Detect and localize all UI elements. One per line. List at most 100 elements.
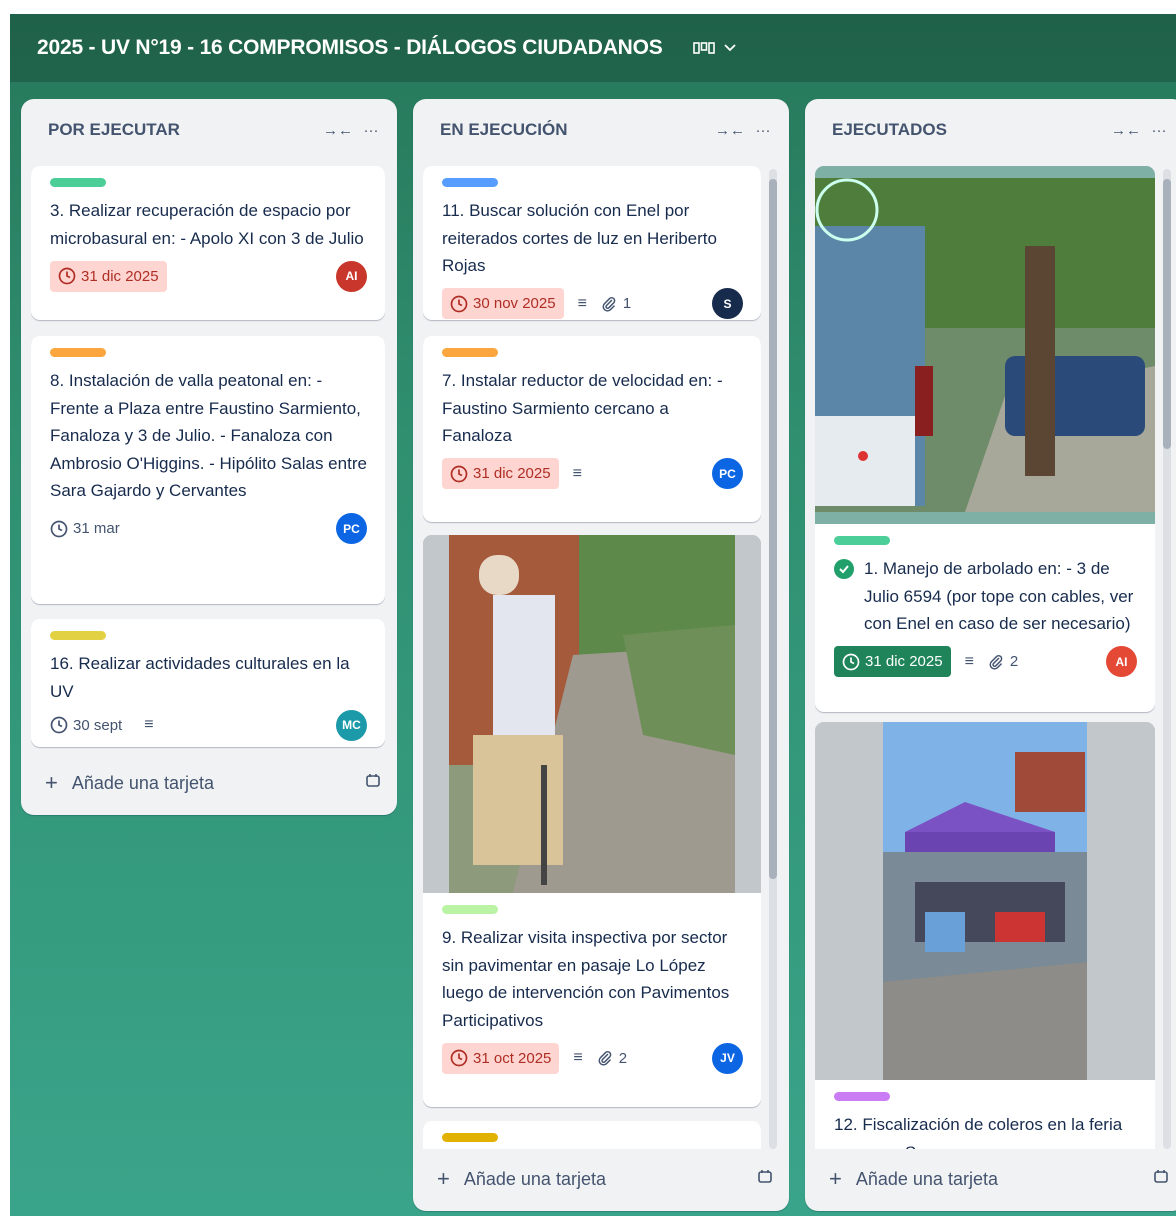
avatar[interactable]: JV [712, 1042, 743, 1074]
card-label[interactable] [442, 178, 498, 187]
card[interactable]: 11. Buscar solución con Enel por reitera… [423, 166, 761, 320]
card[interactable]: 16. Realizar actividades culturales en l… [31, 619, 385, 747]
avatar[interactable]: AI [1106, 646, 1137, 677]
avatar[interactable]: MC [336, 709, 367, 741]
add-card-label: Añade una tarjeta [855, 1168, 998, 1189]
attachment-count: 1 [622, 295, 632, 312]
clock-icon [50, 520, 68, 537]
card-label[interactable] [50, 348, 106, 357]
list-header: EJECUTADOS →← ··· [805, 99, 1176, 161]
card[interactable]: 1. Manejo de arbolado en: - 3 de Julio 6… [815, 166, 1155, 712]
collapse-list-icon[interactable]: →← [1111, 122, 1141, 139]
card[interactable]: 8. Instalación de valla peatonal en: - F… [31, 336, 385, 604]
card[interactable]: 12. Fiscalización de coleros en la feria… [815, 722, 1155, 1149]
list-header: EN EJECUCIÓN →← ··· [413, 99, 789, 161]
due-date-text: 30 sept [73, 716, 123, 734]
card-cover-image [815, 166, 1155, 524]
list-title[interactable]: POR EJECUTAR [48, 120, 323, 140]
clock-icon [450, 1049, 468, 1067]
card-cover-image [423, 535, 761, 893]
description-icon: ≡ [577, 294, 587, 312]
list-header: POR EJECUTAR →← ··· [21, 99, 397, 161]
card-label[interactable] [442, 348, 498, 357]
due-date-badge[interactable]: 30 nov 2025 [442, 288, 564, 319]
attachment-badge: 1 [601, 295, 631, 312]
card-title: 7. Instalar reductor de velocidad en: - … [442, 371, 723, 445]
due-date-badge[interactable]: 30 sept [50, 710, 130, 741]
due-date-badge[interactable]: 31 dic 2025 [442, 458, 559, 489]
due-date-badge[interactable]: 31 dic 2025 [834, 646, 951, 677]
attachment-badge: 2 [988, 653, 1018, 670]
due-date-text: 31 dic 2025 [81, 267, 159, 285]
add-card-label: Añade una tarjeta [71, 772, 214, 793]
add-card-button[interactable]: + Añade una tarjeta [37, 765, 381, 801]
paperclip-icon [598, 1050, 612, 1066]
plus-icon: + [829, 1166, 842, 1191]
list-scrollbar[interactable] [769, 169, 777, 1149]
paperclip-icon [989, 654, 1003, 670]
list-scrollbar[interactable] [1163, 169, 1171, 1149]
board-title[interactable]: 2025 - UV N°19 - 16 COMPROMISOS - DIÁLOG… [37, 36, 663, 60]
list-menu-icon[interactable]: ··· [1149, 122, 1169, 139]
collapse-list-icon[interactable]: →← [323, 122, 353, 139]
avatar[interactable]: AI [336, 260, 367, 292]
add-card-button[interactable]: + Añade una tarjeta [821, 1161, 1169, 1197]
card-label[interactable] [834, 536, 890, 545]
card-title: 3. Realizar recuperación de espacio por … [50, 201, 364, 248]
card[interactable] [423, 1121, 761, 1149]
scrollbar-thumb[interactable] [769, 179, 777, 879]
clock-icon [58, 267, 76, 285]
attachment-count: 2 [618, 1049, 628, 1067]
card-title: 12. Fiscalización de coleros en la feria… [834, 1115, 1123, 1149]
scrollbar-thumb[interactable] [1163, 179, 1171, 449]
due-date-text: 31 dic 2025 [865, 653, 943, 670]
description-icon: ≡ [964, 652, 974, 670]
due-date-text: 31 dic 2025 [473, 465, 551, 482]
due-date-text: 30 nov 2025 [473, 295, 556, 312]
card-title-text: 1. Manejo de arbolado en: - 3 de Julio 6… [864, 559, 1134, 633]
list-title[interactable]: EJECUTADOS [832, 120, 1111, 140]
card-label[interactable] [50, 631, 106, 640]
list-menu-icon[interactable]: ··· [753, 122, 773, 139]
card-title: 9. Realizar visita inspectiva por sector… [442, 928, 730, 1030]
due-date-badge[interactable]: 31 dic 2025 [50, 260, 167, 292]
card-label[interactable] [50, 178, 106, 187]
due-date-badge[interactable]: 31 oct 2025 [442, 1042, 560, 1074]
card-template-icon[interactable] [757, 1169, 773, 1190]
avatar[interactable]: PC [336, 513, 367, 544]
add-card-label: Añade una tarjeta [463, 1168, 606, 1189]
attachment-count: 2 [1009, 653, 1019, 670]
list-title[interactable]: EN EJECUCIÓN [440, 120, 715, 140]
card-label[interactable] [834, 1092, 890, 1101]
paperclip-icon [602, 296, 616, 312]
board-view-switcher[interactable] [692, 41, 737, 55]
description-icon: ≡ [572, 464, 582, 482]
card[interactable]: 9. Realizar visita inspectiva por sector… [423, 535, 761, 1107]
board-header: 2025 - UV N°19 - 16 COMPROMISOS - DIÁLOG… [10, 14, 1176, 82]
collapse-list-icon[interactable]: →← [715, 122, 745, 139]
attachment-badge: 2 [597, 1050, 627, 1067]
plus-icon: + [437, 1166, 450, 1191]
clock-icon [450, 465, 468, 482]
card-label[interactable] [442, 905, 498, 914]
add-card-button[interactable]: + Añade una tarjeta [429, 1161, 773, 1197]
card-title: 11. Buscar solución con Enel por reitera… [442, 201, 717, 275]
card[interactable]: 3. Realizar recuperación de espacio por … [31, 166, 385, 320]
due-date-badge[interactable]: 31 mar [50, 513, 128, 544]
description-icon: ≡ [144, 716, 154, 733]
avatar[interactable]: PC [712, 458, 743, 489]
card-template-icon[interactable] [365, 773, 381, 794]
card-template-icon[interactable] [1153, 1169, 1169, 1190]
clock-icon [450, 295, 468, 312]
list-menu-icon[interactable]: ··· [361, 122, 381, 139]
card-title: 16. Realizar actividades culturales en l… [50, 654, 350, 701]
clock-icon [50, 716, 68, 734]
card-title: 8. Instalación de valla peatonal en: - F… [50, 371, 367, 500]
board-view-icon [692, 42, 715, 54]
description-icon: ≡ [573, 1049, 583, 1066]
complete-check-icon[interactable] [834, 559, 854, 579]
avatar[interactable]: S [712, 288, 743, 319]
list-ejecutados: EJECUTADOS →← ··· 1. Manejo de arbolado … [805, 99, 1176, 1211]
card[interactable]: 7. Instalar reductor de velocidad en: - … [423, 336, 761, 522]
card-label[interactable] [442, 1133, 498, 1142]
